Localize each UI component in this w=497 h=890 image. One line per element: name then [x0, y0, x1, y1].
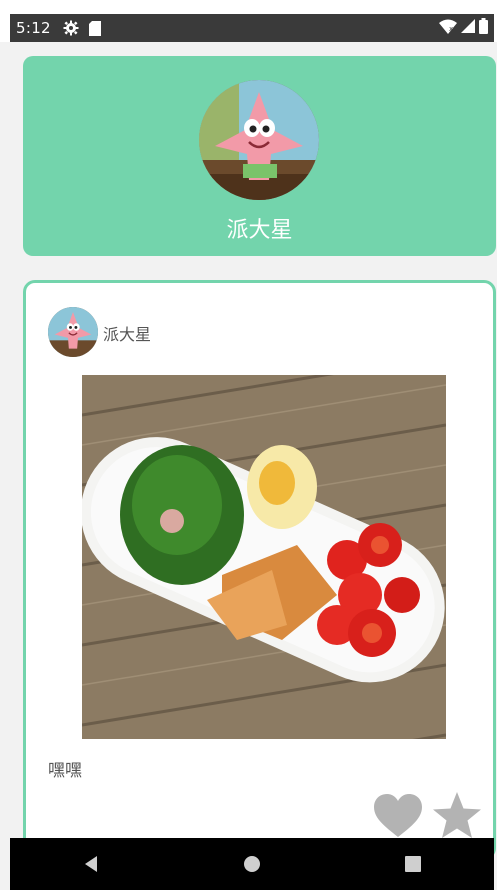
status-bar: 5:12 x [0, 0, 497, 42]
svg-text:x: x [449, 25, 453, 33]
favorite-button[interactable] [431, 790, 483, 842]
home-icon[interactable] [222, 844, 282, 884]
post-text: 嘿嘿 [48, 761, 82, 781]
profile-name: 派大星 [226, 218, 293, 243]
salad-plate-photo [82, 375, 446, 739]
patrick-avatar-icon [48, 307, 98, 357]
status-time: 5:12 [16, 19, 51, 37]
status-bar-inner: 5:12 x [10, 14, 494, 42]
post-author-name[interactable]: 派大星 [103, 321, 151, 345]
post-card[interactable]: 派大星 嘿嘿 [23, 280, 496, 860]
profile-avatar[interactable] [199, 80, 319, 200]
battery-icon [479, 18, 488, 38]
recents-icon[interactable] [383, 844, 443, 884]
back-icon[interactable] [61, 844, 121, 884]
signal-icon [461, 19, 475, 37]
patrick-avatar-icon [199, 80, 319, 200]
navigation-bar [10, 838, 494, 890]
post-author-avatar[interactable] [48, 307, 98, 357]
wifi-icon: x [439, 19, 457, 38]
sd-card-icon [88, 20, 101, 36]
app-screen: 5:12 x 派大星 派大星 嘿嘿 [0, 0, 497, 890]
profile-card: 派大星 [23, 56, 496, 256]
gear-icon [63, 20, 79, 36]
heart-icon [374, 794, 422, 837]
like-button[interactable] [372, 793, 424, 839]
post-image[interactable] [82, 375, 446, 739]
star-icon [433, 792, 481, 838]
